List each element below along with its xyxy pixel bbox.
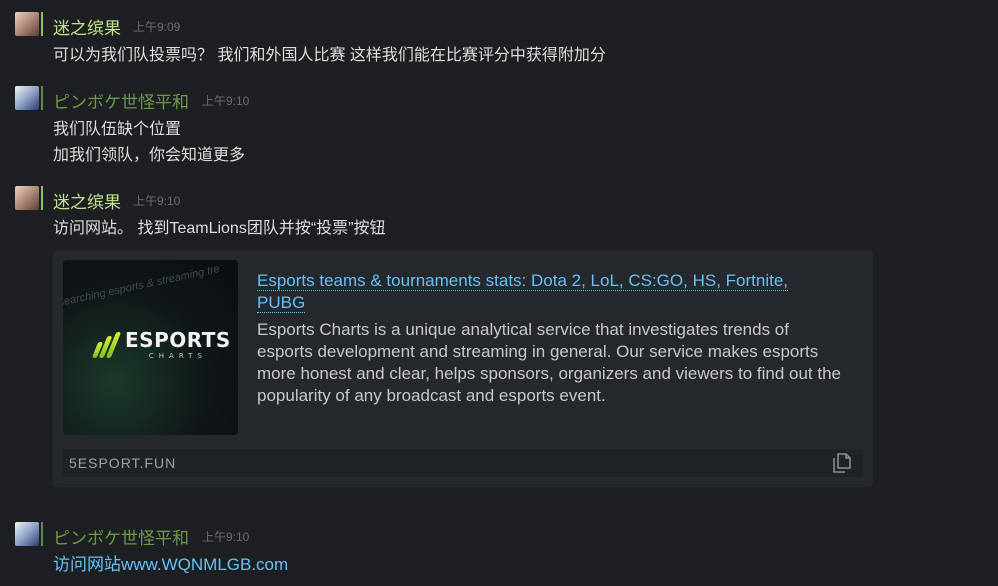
embed-footer: 5ESPORT.FUN [63,449,863,477]
message-text: 可以为我们队投票吗？ 我们和外国人比赛 这样我们能在比赛评分中获得附加分 [53,47,606,64]
embed-description: Esports Charts is a unique analytical se… [257,320,842,405]
thumbnail-background-text: searching esports & streaming tre [63,263,221,309]
user-avatar[interactable] [15,86,39,110]
esports-charts-logo: ESPORTS CHARTS [91,330,231,360]
timestamp: 上午9:10 [202,530,250,544]
embed-domain[interactable]: 5ESPORT.FUN [69,455,176,471]
status-bar [41,522,43,546]
user-avatar[interactable] [15,522,39,546]
logo-mark-icon [91,330,122,360]
author-name[interactable]: 迷之缤果 [53,188,121,213]
message-text: 访问网站。 找到TeamLions团队并按“投票”按钮 [53,220,386,237]
timestamp: 上午9:10 [202,94,250,108]
message-link-line: 访问网站www.WQNMLGB.com [53,550,288,575]
user-avatar[interactable] [15,186,39,210]
author-name[interactable]: 迷之缤果 [53,14,121,39]
status-bar [41,86,43,110]
author-name[interactable]: ピンボケ世怪平和 [53,88,189,113]
timestamp: 上午9:09 [133,20,181,34]
logo-subtitle: CHARTS [148,352,207,360]
message-link[interactable]: 访问网站www.WQNMLGB.com [53,555,288,574]
user-avatar[interactable] [15,12,39,36]
status-bar [41,12,43,36]
status-bar [41,186,43,210]
message-text: 加我们领队，你会知道更多 [53,147,246,164]
author-name[interactable]: ピンボケ世怪平和 [53,524,189,549]
embed-title-link[interactable]: Esports teams & tournaments stats: Dota … [257,270,837,314]
embed-thumbnail[interactable]: searching esports & streaming tre ESPORT… [63,260,238,435]
copy-icon[interactable] [831,452,853,474]
link-preview-embed[interactable]: searching esports & streaming tre ESPORT… [53,250,873,487]
logo-word: ESPORTS [125,328,231,352]
timestamp: 上午9:10 [133,194,181,208]
message-text: 我们队伍缺个位置 [53,121,182,138]
